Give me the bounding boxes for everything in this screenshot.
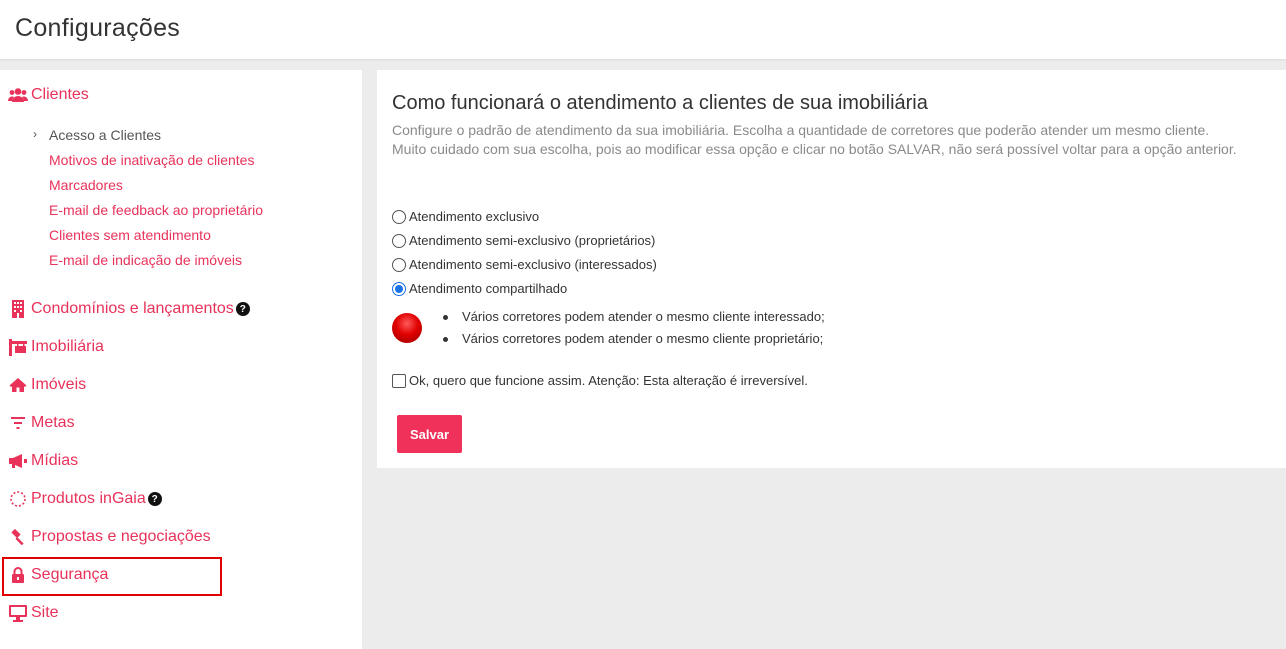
subitem-clientes-sem-atendimento[interactable]: Clientes sem atendimento bbox=[49, 227, 211, 243]
sidebar-item-midias[interactable]: Mídias bbox=[8, 452, 78, 470]
option-label: Atendimento compartilhado bbox=[409, 281, 568, 296]
radio-button-selected[interactable] bbox=[392, 281, 406, 296]
home-icon bbox=[8, 376, 28, 394]
list-item: Vários corretores podem atender o mesmo … bbox=[443, 328, 825, 350]
save-button[interactable]: Salvar bbox=[397, 415, 462, 453]
subitem-motivos-inativacao[interactable]: Motivos de inativação de clientes bbox=[49, 152, 254, 168]
sidebar-item-label: Clientes bbox=[31, 86, 89, 103]
option-label: Atendimento semi-exclusivo (proprietário… bbox=[409, 233, 656, 248]
sidebar-item-condominios[interactable]: Condomínios e lançamentos ? bbox=[8, 300, 250, 318]
subitem-acesso-clientes[interactable]: Acesso a Clientes bbox=[49, 127, 161, 143]
gavel-icon bbox=[8, 528, 28, 546]
option-semi-exclusivo-proprietarios[interactable]: Atendimento semi-exclusivo (proprietário… bbox=[392, 233, 655, 248]
chevron-right-icon: › bbox=[33, 127, 37, 141]
sidebar-item-label: Imobiliária bbox=[31, 338, 104, 355]
panel-title: Como funcionará o atendimento a clientes… bbox=[392, 92, 928, 114]
panel-description: Configure o padrão de atendimento da sua… bbox=[392, 121, 1282, 159]
help-icon[interactable]: ? bbox=[235, 302, 250, 316]
sidebar-item-label: Condomínios e lançamentos bbox=[31, 300, 234, 317]
sidebar-item-produtos-ingaia[interactable]: Produtos inGaia ? bbox=[8, 490, 162, 508]
filter-icon bbox=[8, 414, 28, 432]
sidebar-item-label: Mídias bbox=[31, 452, 79, 469]
radio-button[interactable] bbox=[392, 209, 406, 224]
page-title: Configurações bbox=[15, 14, 181, 42]
option-details-list: Vários corretores podem atender o mesmo … bbox=[443, 306, 825, 350]
sidebar-item-label: Metas bbox=[31, 414, 75, 431]
highlight-box bbox=[2, 557, 222, 596]
monitor-icon bbox=[8, 604, 28, 622]
sidebar-item-site[interactable]: Site bbox=[8, 604, 59, 622]
radio-button[interactable] bbox=[392, 257, 406, 272]
ingaia-icon bbox=[8, 490, 28, 508]
description-line: Configure o padrão de atendimento da sua… bbox=[392, 122, 1210, 138]
option-semi-exclusivo-interessados[interactable]: Atendimento semi-exclusivo (interessados… bbox=[392, 257, 657, 272]
description-line: Muito cuidado com sua escolha, pois ao m… bbox=[392, 141, 1237, 157]
building-icon bbox=[8, 300, 28, 318]
sidebar-item-clientes[interactable]: Clientes bbox=[8, 86, 89, 104]
confirm-checkbox-row[interactable]: Ok, quero que funcione assim. Atenção: E… bbox=[392, 373, 808, 388]
option-label: Atendimento semi-exclusivo (interessados… bbox=[409, 257, 657, 272]
office-sign-icon bbox=[8, 338, 28, 356]
main-panel: Como funcionará o atendimento a clientes… bbox=[377, 70, 1286, 468]
sidebar-item-metas[interactable]: Metas bbox=[8, 414, 75, 432]
subitem-email-indicacao[interactable]: E-mail de indicação de imóveis bbox=[49, 252, 242, 268]
help-icon[interactable]: ? bbox=[147, 492, 162, 506]
option-atendimento-exclusivo[interactable]: Atendimento exclusivo bbox=[392, 209, 539, 224]
confirm-checkbox[interactable] bbox=[392, 373, 406, 388]
confirm-label: Ok, quero que funcione assim. Atenção: E… bbox=[409, 373, 808, 388]
sidebar-item-label: Propostas e negociações bbox=[31, 528, 211, 545]
users-icon bbox=[8, 86, 28, 104]
radio-button[interactable] bbox=[392, 233, 406, 248]
top-bar: Configurações bbox=[0, 0, 1286, 59]
list-item: Vários corretores podem atender o mesmo … bbox=[443, 306, 825, 328]
sidebar-item-imobiliaria[interactable]: Imobiliária bbox=[8, 338, 104, 356]
option-label: Atendimento exclusivo bbox=[409, 209, 540, 224]
sidebar-item-label: Produtos inGaia bbox=[31, 490, 146, 507]
sidebar-item-label: Site bbox=[31, 604, 59, 621]
red-status-icon bbox=[392, 313, 422, 343]
subitem-email-feedback[interactable]: E-mail de feedback ao proprietário bbox=[49, 202, 263, 218]
megaphone-icon bbox=[8, 452, 28, 470]
sidebar-item-label: Imóveis bbox=[31, 376, 87, 393]
sidebar-item-propostas[interactable]: Propostas e negociações bbox=[8, 528, 211, 546]
sidebar-item-imoveis[interactable]: Imóveis bbox=[8, 376, 86, 394]
subitem-marcadores[interactable]: Marcadores bbox=[49, 177, 123, 193]
option-compartilhado[interactable]: Atendimento compartilhado bbox=[392, 281, 567, 296]
